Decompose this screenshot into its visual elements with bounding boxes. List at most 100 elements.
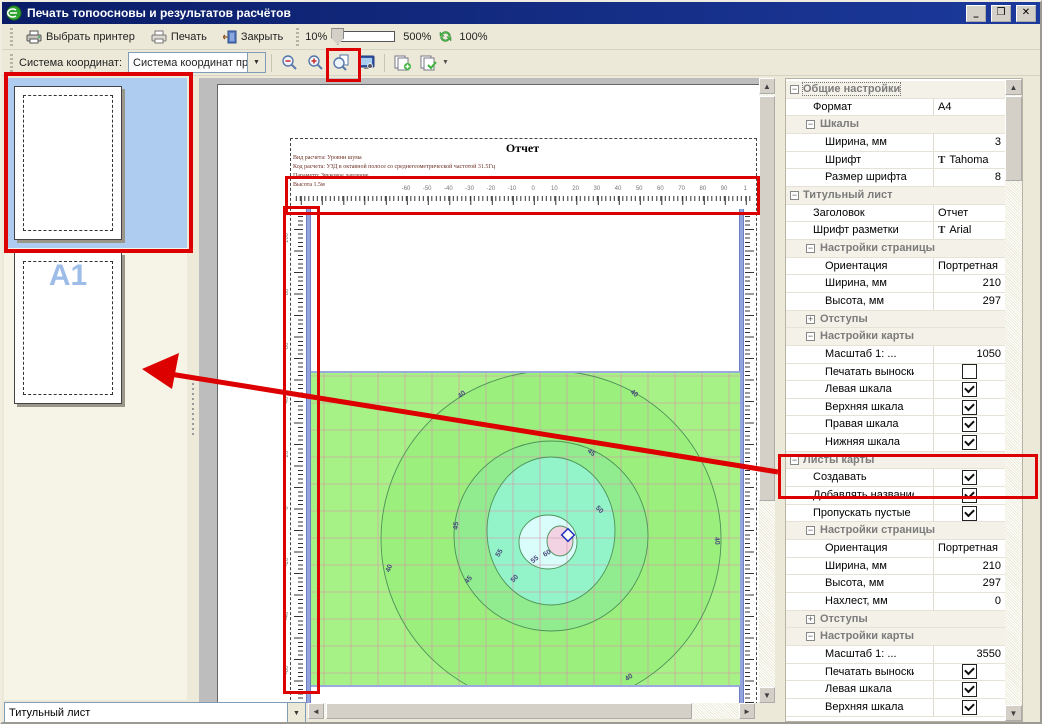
prop-section-header[interactable]: −Шкалы (786, 116, 1005, 134)
maximize-button[interactable]: ❒ (991, 5, 1011, 22)
prop-row[interactable]: Масштаб 1: ...1050 (786, 346, 1005, 364)
prop-value[interactable]: 3550 (933, 646, 1005, 663)
panel-splitter[interactable] (187, 78, 199, 700)
prop-value[interactable]: 3 (933, 134, 1005, 151)
prop-row[interactable]: Добавлять название ст (786, 487, 1005, 505)
checkbox-checked[interactable] (962, 400, 977, 415)
scroll-down-icon[interactable]: ▼ (1005, 705, 1022, 721)
prop-value[interactable]: Портретная (933, 540, 1005, 557)
prop-section-header[interactable]: +Отступы (786, 311, 1005, 329)
check-sheet-button[interactable] (416, 52, 440, 74)
prop-section-header[interactable]: −Настройки страницы (786, 522, 1005, 540)
prop-row[interactable]: Печатать выноски (786, 664, 1005, 682)
collapse-icon[interactable]: − (806, 120, 815, 129)
sheet-selector[interactable]: Титульный лист ▼ (4, 702, 306, 724)
checkbox-checked[interactable] (962, 382, 977, 397)
prop-value[interactable]: 210 (933, 275, 1005, 292)
preview-vscrollbar-thumb[interactable] (759, 96, 775, 501)
collapse-icon[interactable]: − (806, 632, 815, 641)
prop-row[interactable]: ОриентацияПортретная (786, 258, 1005, 276)
prop-row[interactable]: Верхняя шкала (786, 699, 1005, 717)
toolbar-grip[interactable] (10, 54, 13, 72)
prop-row[interactable]: Масштаб 1: ...3550 (786, 646, 1005, 664)
chevron-down-icon[interactable]: ▼ (247, 53, 265, 72)
prop-row[interactable]: Шрифт разметкиTArial (786, 222, 1005, 240)
scroll-up-icon[interactable]: ▲ (759, 78, 775, 94)
print-button[interactable]: Печать (144, 27, 214, 47)
prop-row[interactable]: ОриентацияПортретная (786, 540, 1005, 558)
preview-hscrollbar-thumb[interactable] (326, 703, 692, 719)
prop-row[interactable]: Высота, мм297 (786, 575, 1005, 593)
prop-row[interactable]: Высота, мм297 (786, 293, 1005, 311)
expand-icon[interactable]: + (806, 315, 815, 324)
prop-section-header[interactable]: −Настройки страницы (786, 240, 1005, 258)
prop-value[interactable]: TArial (933, 222, 1005, 239)
zoom-page-button[interactable] (329, 52, 353, 74)
thumbnail-title-page[interactable] (4, 78, 187, 248)
checkbox-checked[interactable] (962, 664, 977, 679)
minimize-button[interactable]: _ (966, 5, 986, 22)
prop-row[interactable]: Верхняя шкала (786, 399, 1005, 417)
zoom-in-button[interactable] (303, 52, 327, 74)
prop-value[interactable]: 1050 (933, 346, 1005, 363)
scroll-down-icon[interactable]: ▼ (759, 687, 775, 703)
prop-section-header[interactable]: −Листы карты (786, 452, 1005, 470)
prop-section-header[interactable]: −Титульный лист (786, 187, 1005, 205)
thumbnail-sheet-a1[interactable]: A1 (4, 248, 187, 418)
toolbar-grip[interactable] (296, 28, 299, 46)
prop-value[interactable]: A4 (933, 99, 1005, 116)
chevron-down-icon[interactable]: ▼ (287, 703, 305, 723)
prop-value[interactable]: 297 (933, 293, 1005, 310)
close-button[interactable]: ✕ (1016, 5, 1036, 22)
expand-icon[interactable]: + (806, 615, 815, 624)
toolbar-grip[interactable] (10, 28, 13, 46)
prop-row[interactable]: Левая шкала (786, 681, 1005, 699)
prop-section-header[interactable]: −Общие настройки (786, 81, 1005, 99)
collapse-icon[interactable]: − (790, 456, 799, 465)
prop-row[interactable]: Ширина, мм210 (786, 275, 1005, 293)
checkbox-checked[interactable] (962, 435, 977, 450)
prop-value[interactable]: 297 (933, 575, 1005, 592)
prop-section-header[interactable]: +Отступы (786, 611, 1005, 629)
prop-value[interactable]: 0 (933, 593, 1005, 610)
collapse-icon[interactable]: − (806, 332, 815, 341)
prop-row[interactable]: Правая шкала (786, 416, 1005, 434)
prop-row[interactable]: Пропускать пустые (786, 505, 1005, 523)
prop-section-header[interactable]: −Настройки карты (786, 628, 1005, 646)
select-printer-button[interactable]: Выбрать принтер (19, 27, 142, 47)
properties-vscrollbar-thumb[interactable] (1005, 96, 1022, 181)
close-preview-button[interactable]: Закрыть (216, 27, 290, 47)
prop-row[interactable]: Ширина, мм3 (786, 134, 1005, 152)
scroll-right-icon[interactable]: ► (739, 703, 755, 719)
scroll-up-icon[interactable]: ▲ (1005, 79, 1022, 95)
prop-row[interactable]: ШрифтTTahoma (786, 152, 1005, 170)
zoom-slider-thumb[interactable] (331, 28, 344, 45)
fit-screen-button[interactable] (355, 52, 379, 74)
scroll-left-icon[interactable]: ◄ (308, 703, 324, 719)
refresh-zoom-button[interactable] (433, 26, 457, 48)
prop-row[interactable]: ФорматA4 (786, 99, 1005, 117)
checkbox-checked[interactable] (962, 470, 977, 485)
prop-row[interactable]: Левая шкала (786, 381, 1005, 399)
checkbox-checked[interactable] (962, 700, 977, 715)
prop-section-header[interactable]: −Настройки карты (786, 328, 1005, 346)
prop-row[interactable]: Ширина, мм210 (786, 558, 1005, 576)
prop-value[interactable]: Портретная (933, 258, 1005, 275)
prop-value[interactable]: TTahoma (933, 152, 1005, 169)
prop-row[interactable]: ЗаголовокОтчет (786, 205, 1005, 223)
prop-row[interactable]: Создавать (786, 469, 1005, 487)
collapse-icon[interactable]: − (790, 191, 799, 200)
prop-value[interactable]: 8 (933, 169, 1005, 186)
prop-row[interactable]: Нахлест, мм0 (786, 593, 1005, 611)
prop-row[interactable]: Печатать выноски (786, 364, 1005, 382)
prop-row[interactable]: Размер шрифта8 (786, 169, 1005, 187)
chevron-down-icon[interactable]: ▼ (442, 59, 449, 66)
checkbox-checked[interactable] (962, 417, 977, 432)
prop-row[interactable]: Нижняя шкала (786, 434, 1005, 452)
checkbox-checked[interactable] (962, 506, 977, 521)
coord-system-select[interactable]: Система координат прое ▼ (128, 52, 266, 73)
collapse-icon[interactable]: − (806, 526, 815, 535)
checkbox-checked[interactable] (962, 488, 977, 503)
add-sheet-button[interactable] (390, 52, 414, 74)
collapse-icon[interactable]: − (806, 244, 815, 253)
